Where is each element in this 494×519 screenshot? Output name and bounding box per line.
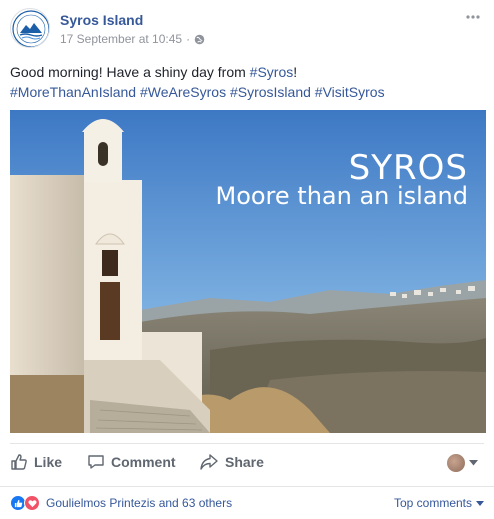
comment-label: Comment — [111, 454, 176, 470]
caret-down-icon — [476, 500, 484, 506]
page-name-link[interactable]: Syros Island — [60, 12, 143, 28]
post-hashtags-line: #MoreThanAnIsland #WeAreSyros #SyrosIsla… — [10, 82, 484, 102]
share-label: Share — [225, 454, 264, 470]
caret-down-icon — [469, 460, 478, 466]
top-comments-label: Top comments — [393, 496, 472, 510]
image-subtitle: Moore than an island — [215, 182, 468, 210]
thumbs-up-icon — [11, 454, 27, 470]
share-button[interactable]: Share — [199, 453, 264, 471]
user-avatar — [447, 454, 465, 472]
page-avatar[interactable] — [10, 8, 50, 48]
hashtag-syrosisland[interactable]: #SyrosIsland — [230, 84, 311, 100]
reactions-summary[interactable]: Goulielmos Printezis and 63 others — [46, 496, 232, 510]
share-arrow-icon — [200, 454, 218, 470]
meta-separator: · — [186, 32, 191, 46]
hashtag-syros[interactable]: #Syros — [250, 64, 294, 80]
comment-button[interactable]: Comment — [87, 453, 176, 471]
post-text-line-1: Good morning! Have a shiny day from #Syr… — [10, 62, 484, 82]
post-timestamp[interactable]: 17 September at 10:45 — [60, 32, 182, 46]
text-prefix: Good morning! Have a shiny day from — [10, 64, 250, 80]
love-reaction-icon — [24, 495, 40, 511]
reaction-icons[interactable] — [10, 495, 40, 511]
hashtag-morethananisland[interactable]: #MoreThanAnIsland — [10, 84, 136, 100]
like-button[interactable]: Like — [10, 453, 62, 471]
comment-bubble-icon — [88, 455, 104, 469]
post-header: Syros Island 17 September at 10:45 · — [10, 8, 484, 52]
post-actions-bar: Like Comment Share — [10, 443, 484, 483]
post-card: Syros Island 17 September at 10:45 · Goo… — [0, 0, 494, 519]
post-meta: 17 September at 10:45 · — [60, 32, 205, 46]
top-comments-dropdown[interactable]: Top comments — [394, 496, 484, 510]
post-as-selector[interactable] — [447, 454, 478, 472]
text-suffix: ! — [293, 64, 298, 80]
globe-icon[interactable] — [194, 34, 205, 45]
like-label: Like — [34, 454, 63, 470]
reactions-bar: Goulielmos Printezis and 63 others Top c… — [0, 486, 494, 519]
more-dots-icon[interactable] — [462, 10, 484, 24]
hashtag-visitsyros[interactable]: #VisitSyros — [315, 84, 385, 100]
syros-logo-icon — [12, 10, 49, 47]
post-image[interactable]: SYROS Moore than an island — [10, 110, 486, 433]
hashtag-wearesyros[interactable]: #WeAreSyros — [140, 84, 226, 100]
post-text: Good morning! Have a shiny day from #Syr… — [10, 62, 484, 102]
